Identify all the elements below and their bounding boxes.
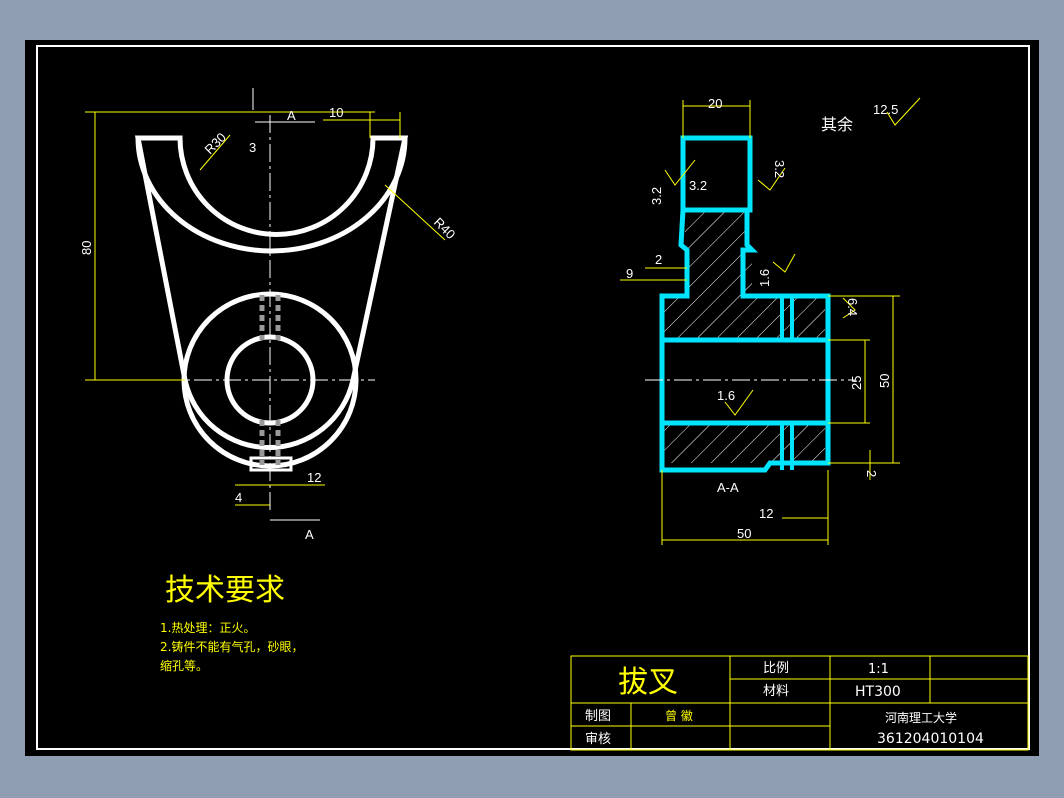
requirement-line-3: 缩孔等。 [160, 658, 208, 673]
roughness-mid: 3.2 [689, 178, 707, 193]
title-block-texts: 拔叉 比例 1:1 材料 HT300 制图 曾 徽 审核 河南理工大学 3612… [585, 661, 984, 747]
dim-r-inner: R30 [202, 130, 229, 157]
drawn-label: 制图 [585, 709, 611, 724]
dim-step-bottom: 2 [864, 470, 879, 477]
dim-top-width: 20 [708, 96, 722, 111]
front-view [134, 135, 409, 472]
dim-offset-top: 3 [249, 140, 256, 155]
roughness-rest-value: 12.5 [873, 102, 898, 117]
roughness-rest-label: 其余 [821, 115, 853, 134]
section-view [645, 135, 855, 473]
dim-slot-width: 12 [307, 470, 321, 485]
cad-drawing: A A 10 3 R30 R40 80 12 4 20 其余 12.5 3.2 … [36, 45, 1030, 751]
dim-bore: 25 [849, 376, 864, 390]
technical-requirements: 技术要求 1.热处理：正火。 2.铸件不能有气孔，砂眼， 缩孔等。 [160, 573, 303, 673]
hatched-lower [662, 423, 825, 463]
scale-label: 比例 [763, 661, 789, 676]
roughness-left: 3.2 [649, 187, 664, 205]
section-label: A-A [717, 480, 739, 495]
requirements-title: 技术要求 [165, 573, 285, 608]
material-label: 材料 [763, 684, 789, 699]
roughness-step: 1.6 [757, 269, 772, 287]
dim-step-9: 9 [626, 266, 633, 281]
dim-step-2: 2 [655, 252, 662, 267]
section-mark-bottom: A [305, 527, 314, 542]
dim-height: 80 [79, 241, 94, 255]
roughness-face: 6.4 [845, 298, 860, 316]
student-id: 361204010104 [877, 731, 984, 747]
requirement-line-2: 2.铸件不能有气孔，砂眼， [160, 639, 303, 654]
dim-slot-offset: 4 [235, 490, 242, 505]
dim-r-outer: R40 [431, 215, 458, 242]
roughness-right: 3.2 [772, 160, 787, 178]
dim-width-50: 50 [737, 526, 751, 541]
dim-slot-12: 12 [759, 506, 773, 521]
part-name: 拔叉 [618, 665, 678, 700]
drawing-canvas: A A 10 3 R30 R40 80 12 4 20 其余 12.5 3.2 … [25, 40, 1039, 756]
requirement-line-1: 1.热处理：正火。 [160, 621, 255, 635]
section-mark-top: A [287, 108, 296, 123]
school-name: 河南理工大学 [885, 710, 957, 725]
leader-r40 [384, 184, 446, 241]
scale-value: 1:1 [868, 662, 889, 677]
material-value: HT300 [855, 684, 901, 700]
checked-label: 审核 [585, 732, 611, 747]
roughness-symbol [772, 253, 796, 273]
dim-width-top: 10 [329, 105, 343, 120]
roughness-bore: 1.6 [717, 388, 735, 403]
drawn-by: 曾 徽 [665, 708, 693, 723]
dim-height-50: 50 [877, 374, 892, 388]
